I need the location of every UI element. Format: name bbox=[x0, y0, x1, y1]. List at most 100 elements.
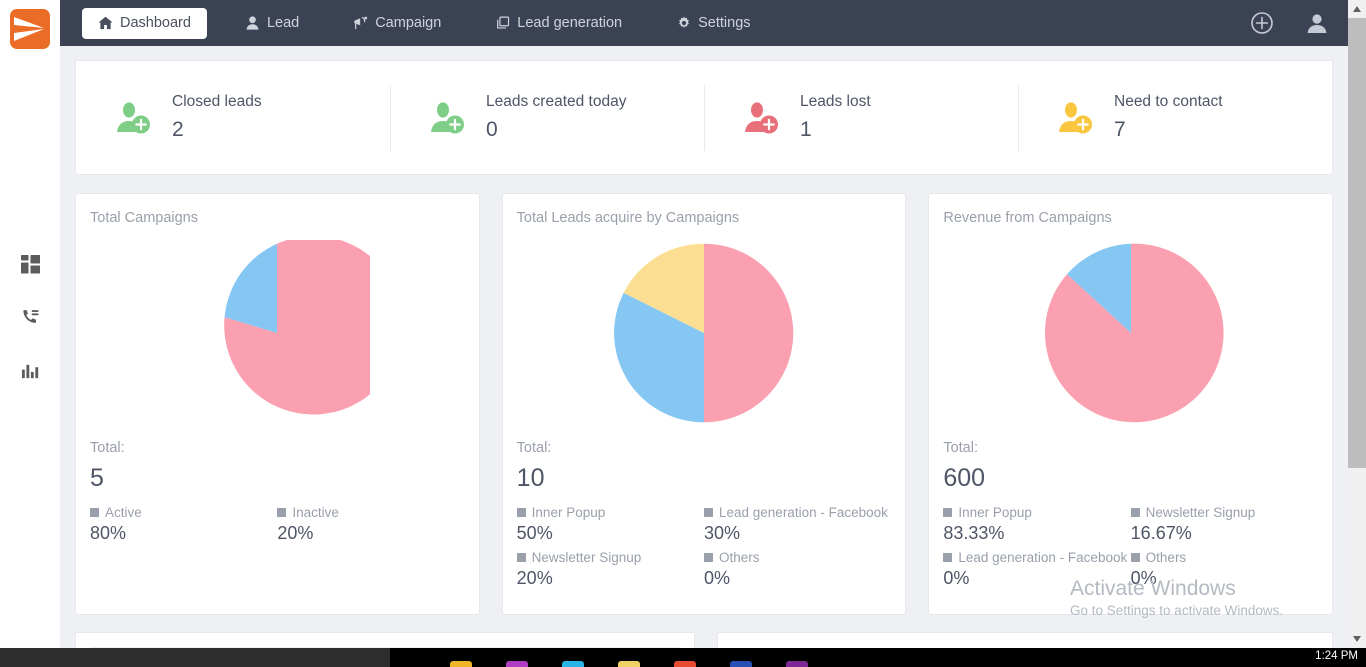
tab-lead-generation[interactable]: Lead generation bbox=[479, 8, 638, 39]
scroll-down-button[interactable] bbox=[1348, 630, 1366, 648]
taskbar-icon-app1[interactable] bbox=[506, 661, 528, 667]
pie-chart-revenue bbox=[943, 230, 1318, 436]
card-title: Revenue from Campaigns bbox=[943, 210, 1112, 226]
legend-value: 20% bbox=[516, 568, 553, 588]
plus-circle-icon[interactable] bbox=[1250, 11, 1274, 35]
legend-label: Newsletter Signup bbox=[531, 550, 642, 565]
pie-chart-total-campaigns bbox=[90, 230, 465, 436]
card-title: Total Leads acquire by Campaigns bbox=[516, 210, 740, 226]
pie-legend: Inner Popup 83.33% Newsletter Signup 16.… bbox=[943, 505, 1318, 595]
legend-swatch bbox=[277, 508, 287, 517]
sidebar-item-dashboard[interactable] bbox=[0, 247, 60, 281]
legend-label: Inactive bbox=[292, 505, 339, 520]
legend-value: 80% bbox=[90, 523, 127, 543]
pie-legend: Inner Popup 50% Lead generation - Facebo… bbox=[516, 505, 892, 595]
left-rail bbox=[0, 0, 60, 648]
card-lower-left bbox=[75, 632, 695, 648]
scroll-up-button[interactable] bbox=[1348, 0, 1366, 18]
taskbar-clock[interactable]: 1:24 PM bbox=[1315, 650, 1358, 662]
total-label: Total: bbox=[516, 440, 552, 456]
windows-taskbar[interactable]: 1:24 PM bbox=[0, 648, 1366, 667]
taskbar-left-segment bbox=[0, 648, 390, 667]
legend-label: Others bbox=[719, 550, 760, 565]
sidebar-item-calls[interactable] bbox=[0, 300, 60, 334]
taskbar-icon-explorer[interactable] bbox=[450, 661, 472, 667]
legend-value: 30% bbox=[704, 523, 741, 543]
stat-label: Need to contact bbox=[1114, 93, 1223, 110]
card-leads-created-chart: Leads created (today) (last 7 days) bbox=[717, 632, 1333, 648]
legend-value: 0% bbox=[943, 568, 970, 588]
card-total-campaigns: Total Campaigns Total: 5 Active 80% Inac… bbox=[75, 193, 480, 615]
top-navigation-bar: Dashboard Lead Campaign Lead generation … bbox=[60, 0, 1348, 46]
stat-value: 2 bbox=[172, 118, 184, 141]
sidebar-item-reports[interactable] bbox=[0, 354, 60, 388]
dashboard-grid-icon bbox=[20, 254, 40, 274]
legend-value: 50% bbox=[516, 523, 553, 543]
gear-icon bbox=[676, 16, 691, 30]
user-plus-icon bbox=[114, 101, 154, 135]
legend-label: Lead generation - Facebook bbox=[719, 505, 888, 520]
user-plus-icon bbox=[428, 101, 468, 135]
user-plus-icon bbox=[742, 101, 782, 135]
taskbar-icon-app6[interactable] bbox=[786, 661, 808, 667]
tab-campaign-label: Campaign bbox=[375, 15, 442, 31]
taskbar-icon-app3[interactable] bbox=[618, 661, 640, 667]
total-label: Total: bbox=[943, 440, 979, 456]
stat-value: 1 bbox=[800, 118, 812, 141]
tab-lead-label: Lead bbox=[266, 15, 300, 31]
taskbar-icon-app5[interactable] bbox=[730, 661, 752, 667]
stat-label: Closed leads bbox=[172, 93, 262, 110]
legend-item: Inner Popup 83.33% bbox=[943, 505, 1130, 544]
pie-legend: Active 80% Inactive 20% bbox=[90, 505, 465, 550]
legend-value: 20% bbox=[277, 523, 314, 543]
tab-lead[interactable]: Lead bbox=[229, 8, 315, 39]
legend-label: Lead generation - Facebook bbox=[958, 550, 1128, 565]
tab-dashboard[interactable]: Dashboard bbox=[82, 7, 207, 39]
total-value: 5 bbox=[90, 464, 104, 492]
taskbar-icon-app2[interactable] bbox=[562, 661, 584, 667]
legend-label: Others bbox=[1145, 550, 1187, 565]
tab-campaign[interactable]: Campaign bbox=[337, 8, 457, 39]
legend-swatch bbox=[704, 508, 713, 517]
home-icon bbox=[98, 16, 113, 30]
card-total-leads-acquire: Total Leads acquire by Campaigns Total: … bbox=[501, 193, 907, 615]
scrollbar-thumb[interactable] bbox=[1348, 18, 1366, 468]
stats-strip: Closed leads 2 Leads created today 0 Lea… bbox=[75, 60, 1333, 175]
vertical-scrollbar[interactable] bbox=[1348, 0, 1366, 648]
legend-item: Others 0% bbox=[1130, 550, 1318, 589]
pie-cards-row: Total Campaigns Total: 5 Active 80% Inac… bbox=[75, 193, 1334, 615]
tab-lead-generation-label: Lead generation bbox=[517, 15, 623, 31]
total-value: 600 bbox=[943, 464, 986, 492]
legend-item: Others 0% bbox=[704, 550, 891, 589]
brand-logo[interactable] bbox=[10, 9, 50, 49]
stat-value: 0 bbox=[486, 118, 498, 141]
stat-label: Leads lost bbox=[800, 93, 871, 110]
clone-icon bbox=[495, 16, 510, 30]
legend-label: Newsletter Signup bbox=[1145, 505, 1256, 520]
app-viewport: Dashboard Lead Campaign Lead generation … bbox=[0, 0, 1366, 648]
legend-item: Lead generation - Facebook 0% bbox=[943, 550, 1130, 589]
bullhorn-icon bbox=[353, 16, 368, 30]
legend-label: Active bbox=[105, 505, 142, 520]
legend-swatch bbox=[516, 508, 526, 517]
legend-item: Newsletter Signup 20% bbox=[516, 550, 704, 589]
legend-swatch bbox=[943, 553, 953, 562]
legend-item: Active 80% bbox=[90, 505, 277, 544]
tab-settings[interactable]: Settings bbox=[660, 8, 766, 39]
legend-value: 16.67% bbox=[1130, 523, 1192, 543]
stat-leads-created-today: Leads created today 0 bbox=[390, 61, 704, 174]
legend-swatch bbox=[516, 553, 526, 562]
topbar-actions bbox=[1250, 0, 1328, 46]
legend-label: Inner Popup bbox=[531, 505, 606, 520]
tab-dashboard-label: Dashboard bbox=[120, 15, 191, 31]
user-icon bbox=[245, 16, 260, 30]
phone-icon bbox=[21, 308, 40, 327]
user-avatar-icon[interactable] bbox=[1306, 12, 1328, 34]
total-value: 10 bbox=[516, 464, 545, 492]
taskbar-icon-app4[interactable] bbox=[674, 661, 696, 667]
card-title: Total Campaigns bbox=[90, 210, 198, 226]
stat-closed-leads: Closed leads 2 bbox=[76, 61, 390, 174]
user-plus-icon bbox=[1056, 101, 1096, 135]
legend-value: 0% bbox=[704, 568, 731, 588]
screen: Dashboard Lead Campaign Lead generation … bbox=[0, 0, 1366, 667]
